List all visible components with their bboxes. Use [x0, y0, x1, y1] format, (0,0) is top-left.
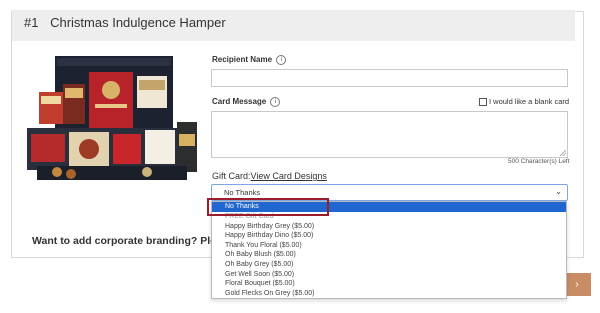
- product-image: [27, 54, 197, 182]
- gift-card-select-value: No Thanks: [224, 188, 261, 197]
- item-header: #1 Christmas Indulgence Hamper: [12, 10, 575, 41]
- corporate-branding-prompt: Want to add corporate branding? Ple: [32, 235, 212, 247]
- dropdown-option[interactable]: Thank You Floral ($5.00): [212, 241, 566, 251]
- dropdown-option[interactable]: Oh Baby Blush ($5.00): [212, 250, 566, 260]
- blank-card-checkbox[interactable]: [479, 97, 487, 106]
- blank-card-option[interactable]: I would like a blank card: [479, 97, 569, 106]
- dropdown-option[interactable]: Happy Birthday Dino ($5.00): [212, 231, 566, 241]
- dropdown-option[interactable]: Happy Birthday Grey ($5.00): [212, 222, 566, 232]
- dropdown-option[interactable]: No Thanks: [212, 202, 566, 212]
- dropdown-option[interactable]: Floral Bouquet ($5.00): [212, 279, 566, 289]
- gift-card-select[interactable]: No Thanks ⌄: [211, 184, 568, 201]
- char-counter: 500 Character(s) Left: [508, 158, 570, 165]
- recipient-name-label: Recipient Name i: [212, 55, 287, 65]
- dropdown-option[interactable]: Gold Flecks On Grey ($5.00): [212, 289, 566, 298]
- dropdown-option[interactable]: FREE Gift Card: [212, 212, 566, 222]
- item-number: #1: [24, 15, 39, 30]
- arrow-icon: ›: [575, 279, 579, 290]
- action-button[interactable]: ›: [563, 273, 591, 296]
- resize-handle-icon[interactable]: [560, 150, 566, 156]
- info-icon[interactable]: i: [270, 97, 281, 107]
- card-message-textarea[interactable]: [211, 111, 568, 158]
- gift-card-label-text: Gift Card:: [212, 171, 251, 181]
- item-title: Christmas Indulgence Hamper: [50, 15, 226, 30]
- gift-card-label: Gift Card:View Card Designs: [212, 171, 327, 181]
- dropdown-option[interactable]: Oh Baby Grey ($5.00): [212, 260, 566, 270]
- card-message-label: Card Message i: [212, 97, 281, 107]
- chevron-down-icon: ⌄: [555, 187, 562, 196]
- card-message-label-text: Card Message: [212, 97, 267, 107]
- hamper-illustration: [27, 54, 197, 182]
- recipient-name-input[interactable]: [211, 69, 568, 87]
- gift-card-dropdown[interactable]: No Thanks FREE Gift Card Happy Birthday …: [211, 201, 567, 299]
- dropdown-option[interactable]: Get Well Soon ($5.00): [212, 270, 566, 280]
- recipient-name-label-text: Recipient Name: [212, 55, 273, 65]
- view-card-designs-link[interactable]: View Card Designs: [251, 171, 327, 181]
- info-icon[interactable]: i: [276, 55, 287, 65]
- blank-card-label: I would like a blank card: [489, 97, 570, 106]
